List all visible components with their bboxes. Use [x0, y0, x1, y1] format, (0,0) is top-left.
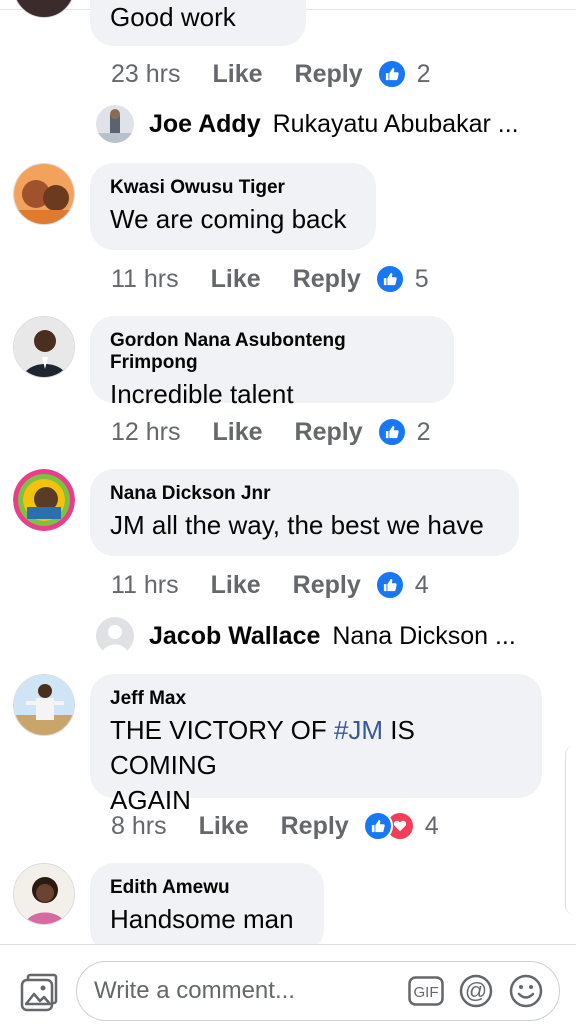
reply-button[interactable]: Reply — [295, 60, 363, 89]
avatar[interactable] — [13, 0, 75, 18]
comment-input[interactable]: Write a comment... GIF @ — [76, 961, 560, 1021]
avatar[interactable] — [13, 674, 75, 736]
reply-button[interactable]: Reply — [295, 418, 363, 447]
emoji-icon[interactable] — [509, 974, 543, 1008]
comment-author[interactable]: Edith Amewu — [110, 877, 304, 899]
reply-preview[interactable]: Joe Addy Rukayatu Abubakar ... — [96, 104, 519, 144]
comment-bubble: Nana Dickson Jnr JM all the way, the bes… — [90, 469, 519, 556]
reaction-count: 5 — [414, 264, 429, 293]
avatar[interactable] — [13, 316, 75, 378]
comment-time[interactable]: 11 hrs — [111, 265, 179, 294]
like-reaction-icon — [376, 417, 407, 447]
comment-text: We are coming back — [110, 204, 347, 234]
comment-bubble: Kwasi Owusu Tiger We are coming back — [90, 163, 376, 250]
photo-icon[interactable] — [19, 973, 59, 1013]
comment-author[interactable]: Kwasi Owusu Tiger — [110, 177, 356, 199]
like-reaction-icon — [374, 570, 405, 600]
gif-icon[interactable]: GIF — [408, 976, 444, 1006]
comment-bubble: Jeff Max THE VICTORY OF #JM IS COMING AG… — [90, 674, 542, 815]
comment-text: Incredible talent — [110, 379, 294, 409]
reactions[interactable]: 4 — [362, 811, 439, 841]
like-reaction-icon — [362, 811, 393, 841]
like-reaction-icon — [376, 59, 407, 89]
scroll-edge — [565, 745, 576, 915]
reply-snippet: Rukayatu Abubakar ... — [272, 109, 519, 138]
comment-bubble: Gordon Nana Asubonteng Frimpong Incredib… — [90, 316, 454, 409]
comment-author[interactable]: Gordon Nana Asubonteng Frimpong — [110, 330, 434, 374]
comment-actions: 8 hrs Like Reply 4 — [111, 809, 439, 843]
comment-actions: 11 hrs Like Reply 4 — [111, 568, 429, 602]
avatar[interactable] — [13, 163, 75, 225]
reactions[interactable]: 5 — [374, 264, 429, 294]
like-button[interactable]: Like — [211, 571, 261, 600]
comment-text: THE VICTORY OF #JM IS COMING AGAIN — [110, 713, 522, 818]
comment-composer: Write a comment... GIF @ — [0, 944, 576, 1025]
comment-actions: 12 hrs Like Reply 2 — [111, 415, 431, 449]
reactions[interactable]: 2 — [376, 59, 431, 89]
avatar[interactable] — [13, 863, 75, 925]
like-button[interactable]: Like — [212, 418, 262, 447]
reaction-count: 2 — [416, 417, 431, 446]
reply-button[interactable]: Reply — [281, 812, 349, 841]
comment-text: Good work — [110, 2, 236, 32]
comment-placeholder: Write a comment... — [94, 977, 295, 1004]
like-reaction-icon — [374, 264, 405, 294]
reactions[interactable]: 4 — [374, 570, 429, 600]
like-button[interactable]: Like — [212, 60, 262, 89]
comment-time[interactable]: 23 hrs — [111, 60, 180, 89]
comment-actions: 11 hrs Like Reply 5 — [111, 262, 429, 296]
reply-author: Joe Addy — [149, 109, 261, 138]
reactions[interactable]: 2 — [376, 417, 431, 447]
reaction-count: 4 — [414, 570, 429, 599]
comment-time[interactable]: 11 hrs — [111, 571, 179, 600]
gif-label: GIF — [414, 984, 439, 1001]
comment-text-part: THE VICTORY OF — [110, 715, 334, 745]
like-button[interactable]: Like — [211, 265, 261, 294]
comment-author[interactable]: Nana Dickson Jnr — [110, 483, 499, 505]
like-button[interactable]: Like — [199, 812, 249, 841]
reply-author: Jacob Wallace — [149, 621, 321, 650]
comment-text: Handsome man — [110, 904, 294, 934]
reply-avatar — [96, 105, 134, 143]
avatar-placeholder-icon — [96, 617, 134, 655]
reaction-count: 2 — [416, 59, 431, 88]
mention-icon[interactable]: @ — [459, 974, 493, 1008]
comment-text: JM all the way, the best we have — [110, 510, 484, 540]
comment-actions: 23 hrs Like Reply 2 — [111, 57, 431, 91]
hashtag-link[interactable]: #JM — [334, 715, 383, 745]
comment-time[interactable]: 12 hrs — [111, 418, 180, 447]
comment-bubble: Good work — [90, 0, 306, 46]
comment-time[interactable]: 8 hrs — [111, 812, 167, 841]
reaction-count: 4 — [424, 811, 439, 840]
mention-symbol: @ — [465, 978, 487, 1003]
reply-button[interactable]: Reply — [293, 571, 361, 600]
avatar[interactable] — [13, 469, 75, 531]
comment-author[interactable]: Jeff Max — [110, 688, 522, 710]
reply-preview[interactable]: Jacob Wallace Nana Dickson ... — [96, 616, 516, 656]
reply-snippet: Nana Dickson ... — [332, 621, 516, 650]
comment-bubble: Edith Amewu Handsome man — [90, 863, 324, 953]
reply-button[interactable]: Reply — [293, 265, 361, 294]
